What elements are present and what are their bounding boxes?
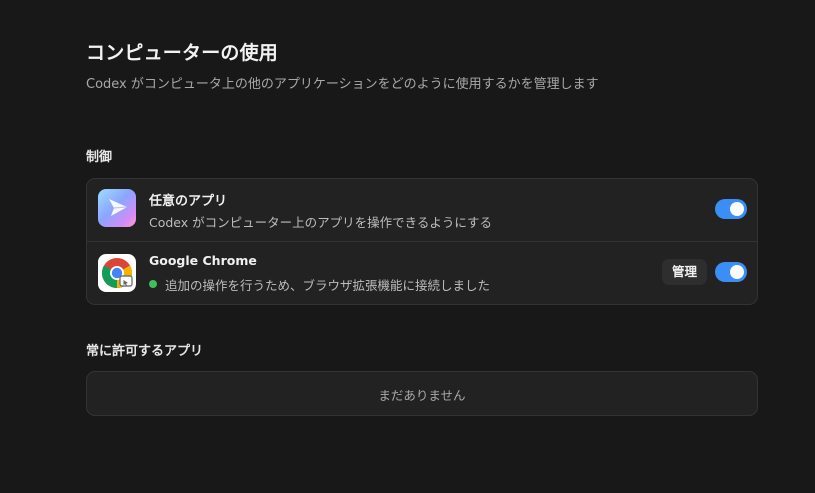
toggle-knob: [730, 265, 744, 279]
app-row-google-chrome: Google Chrome 追加の操作を行うため、ブラウザ拡張機能に接続しました…: [87, 241, 757, 304]
google-chrome-toggle[interactable]: [715, 262, 747, 282]
chrome-app-icon: [98, 254, 136, 292]
app-row-any-app: 任意のアプリ Codex がコンピューター上のアプリを操作できるようにする: [87, 179, 757, 241]
app-title: Google Chrome: [149, 253, 257, 268]
toggle-knob: [730, 202, 744, 216]
codex-app-icon: [98, 189, 136, 227]
chrome-logo-icon: [101, 258, 133, 288]
app-description: 追加の操作を行うため、ブラウザ拡張機能に接続しました: [165, 278, 491, 293]
app-description: Codex がコンピューター上のアプリを操作できるようにする: [149, 215, 493, 230]
empty-state-text: まだありません: [378, 388, 466, 403]
paper-plane-icon: [109, 199, 128, 216]
app-title: 任意のアプリ: [149, 194, 228, 209]
settings-page: コンピューターの使用 Codex がコンピュータ上の他のアプリケーションをどのよ…: [0, 0, 815, 493]
section-heading-always-allow: 常に許可するアプリ: [86, 344, 204, 359]
always-allow-card: まだありません: [86, 371, 758, 416]
any-app-toggle[interactable]: [715, 199, 747, 219]
controls-card: 任意のアプリ Codex がコンピューター上のアプリを操作できるようにする Go…: [86, 178, 758, 305]
page-subtitle: Codex がコンピュータ上の他のアプリケーションをどのように使用するかを管理し…: [86, 77, 599, 92]
section-heading-controls: 制御: [86, 150, 113, 165]
connected-status-dot: [149, 280, 157, 288]
page-title: コンピューターの使用: [86, 42, 279, 64]
manage-button[interactable]: 管理: [662, 259, 707, 285]
